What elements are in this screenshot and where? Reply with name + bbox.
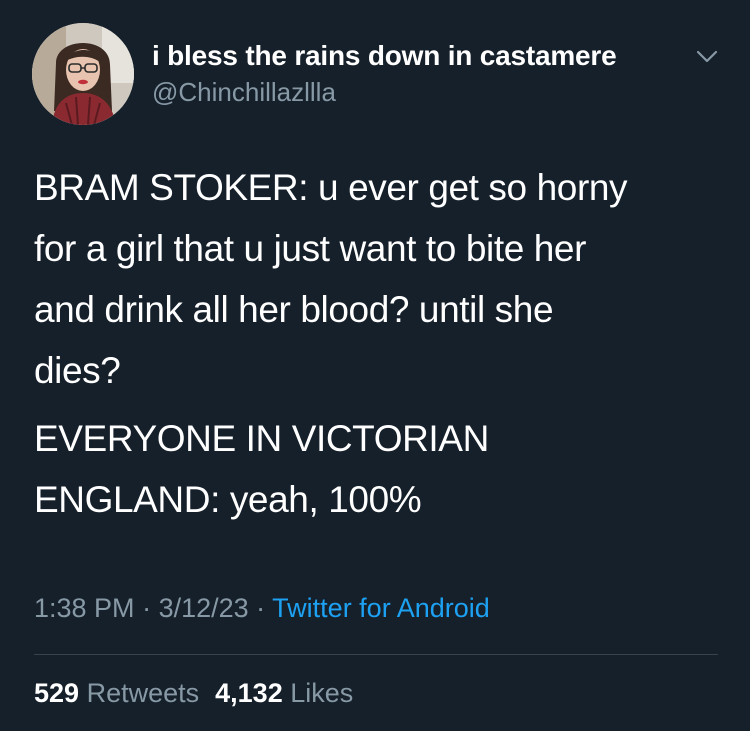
likes-label: Likes — [290, 678, 354, 708]
tweet-date[interactable]: 3/12/23 — [159, 593, 249, 623]
author-handle[interactable]: @Chinchillazllla — [152, 74, 617, 110]
tweet-paragraph: EVERYONE IN VICTORIAN ENGLAND: yeah, 100… — [34, 418, 489, 520]
retweets-stat[interactable]: 529 Retweets — [34, 678, 199, 708]
author-display-name[interactable]: i bless the rains down in castamere — [152, 38, 617, 74]
meta-separator: · — [248, 593, 273, 623]
tweet-paragraph: BRAM STOKER: u ever get so horny for a g… — [34, 167, 628, 391]
engagement-stats: 529 Retweets 4,132 Likes — [34, 673, 353, 713]
likes-count: 4,132 — [215, 678, 283, 708]
meta-separator: · — [134, 593, 159, 623]
tweet-source-link[interactable]: Twitter for Android — [272, 593, 490, 623]
likes-stat[interactable]: 4,132 Likes — [215, 678, 353, 708]
retweets-label: Retweets — [86, 678, 200, 708]
avatar-image — [32, 23, 134, 125]
chevron-down-icon[interactable] — [693, 46, 721, 68]
author-info: i bless the rains down in castamere @Chi… — [152, 38, 617, 110]
retweets-count: 529 — [34, 678, 80, 708]
tweet-time[interactable]: 1:38 PM — [34, 593, 135, 623]
tweet-metadata: 1:38 PM · 3/12/23 · Twitter for Android — [34, 588, 490, 628]
tweet-text: BRAM STOKER: u ever get so horny for a g… — [34, 157, 724, 530]
tweet-detail: i bless the rains down in castamere @Chi… — [0, 0, 750, 731]
avatar[interactable] — [32, 23, 134, 125]
divider — [34, 654, 718, 655]
